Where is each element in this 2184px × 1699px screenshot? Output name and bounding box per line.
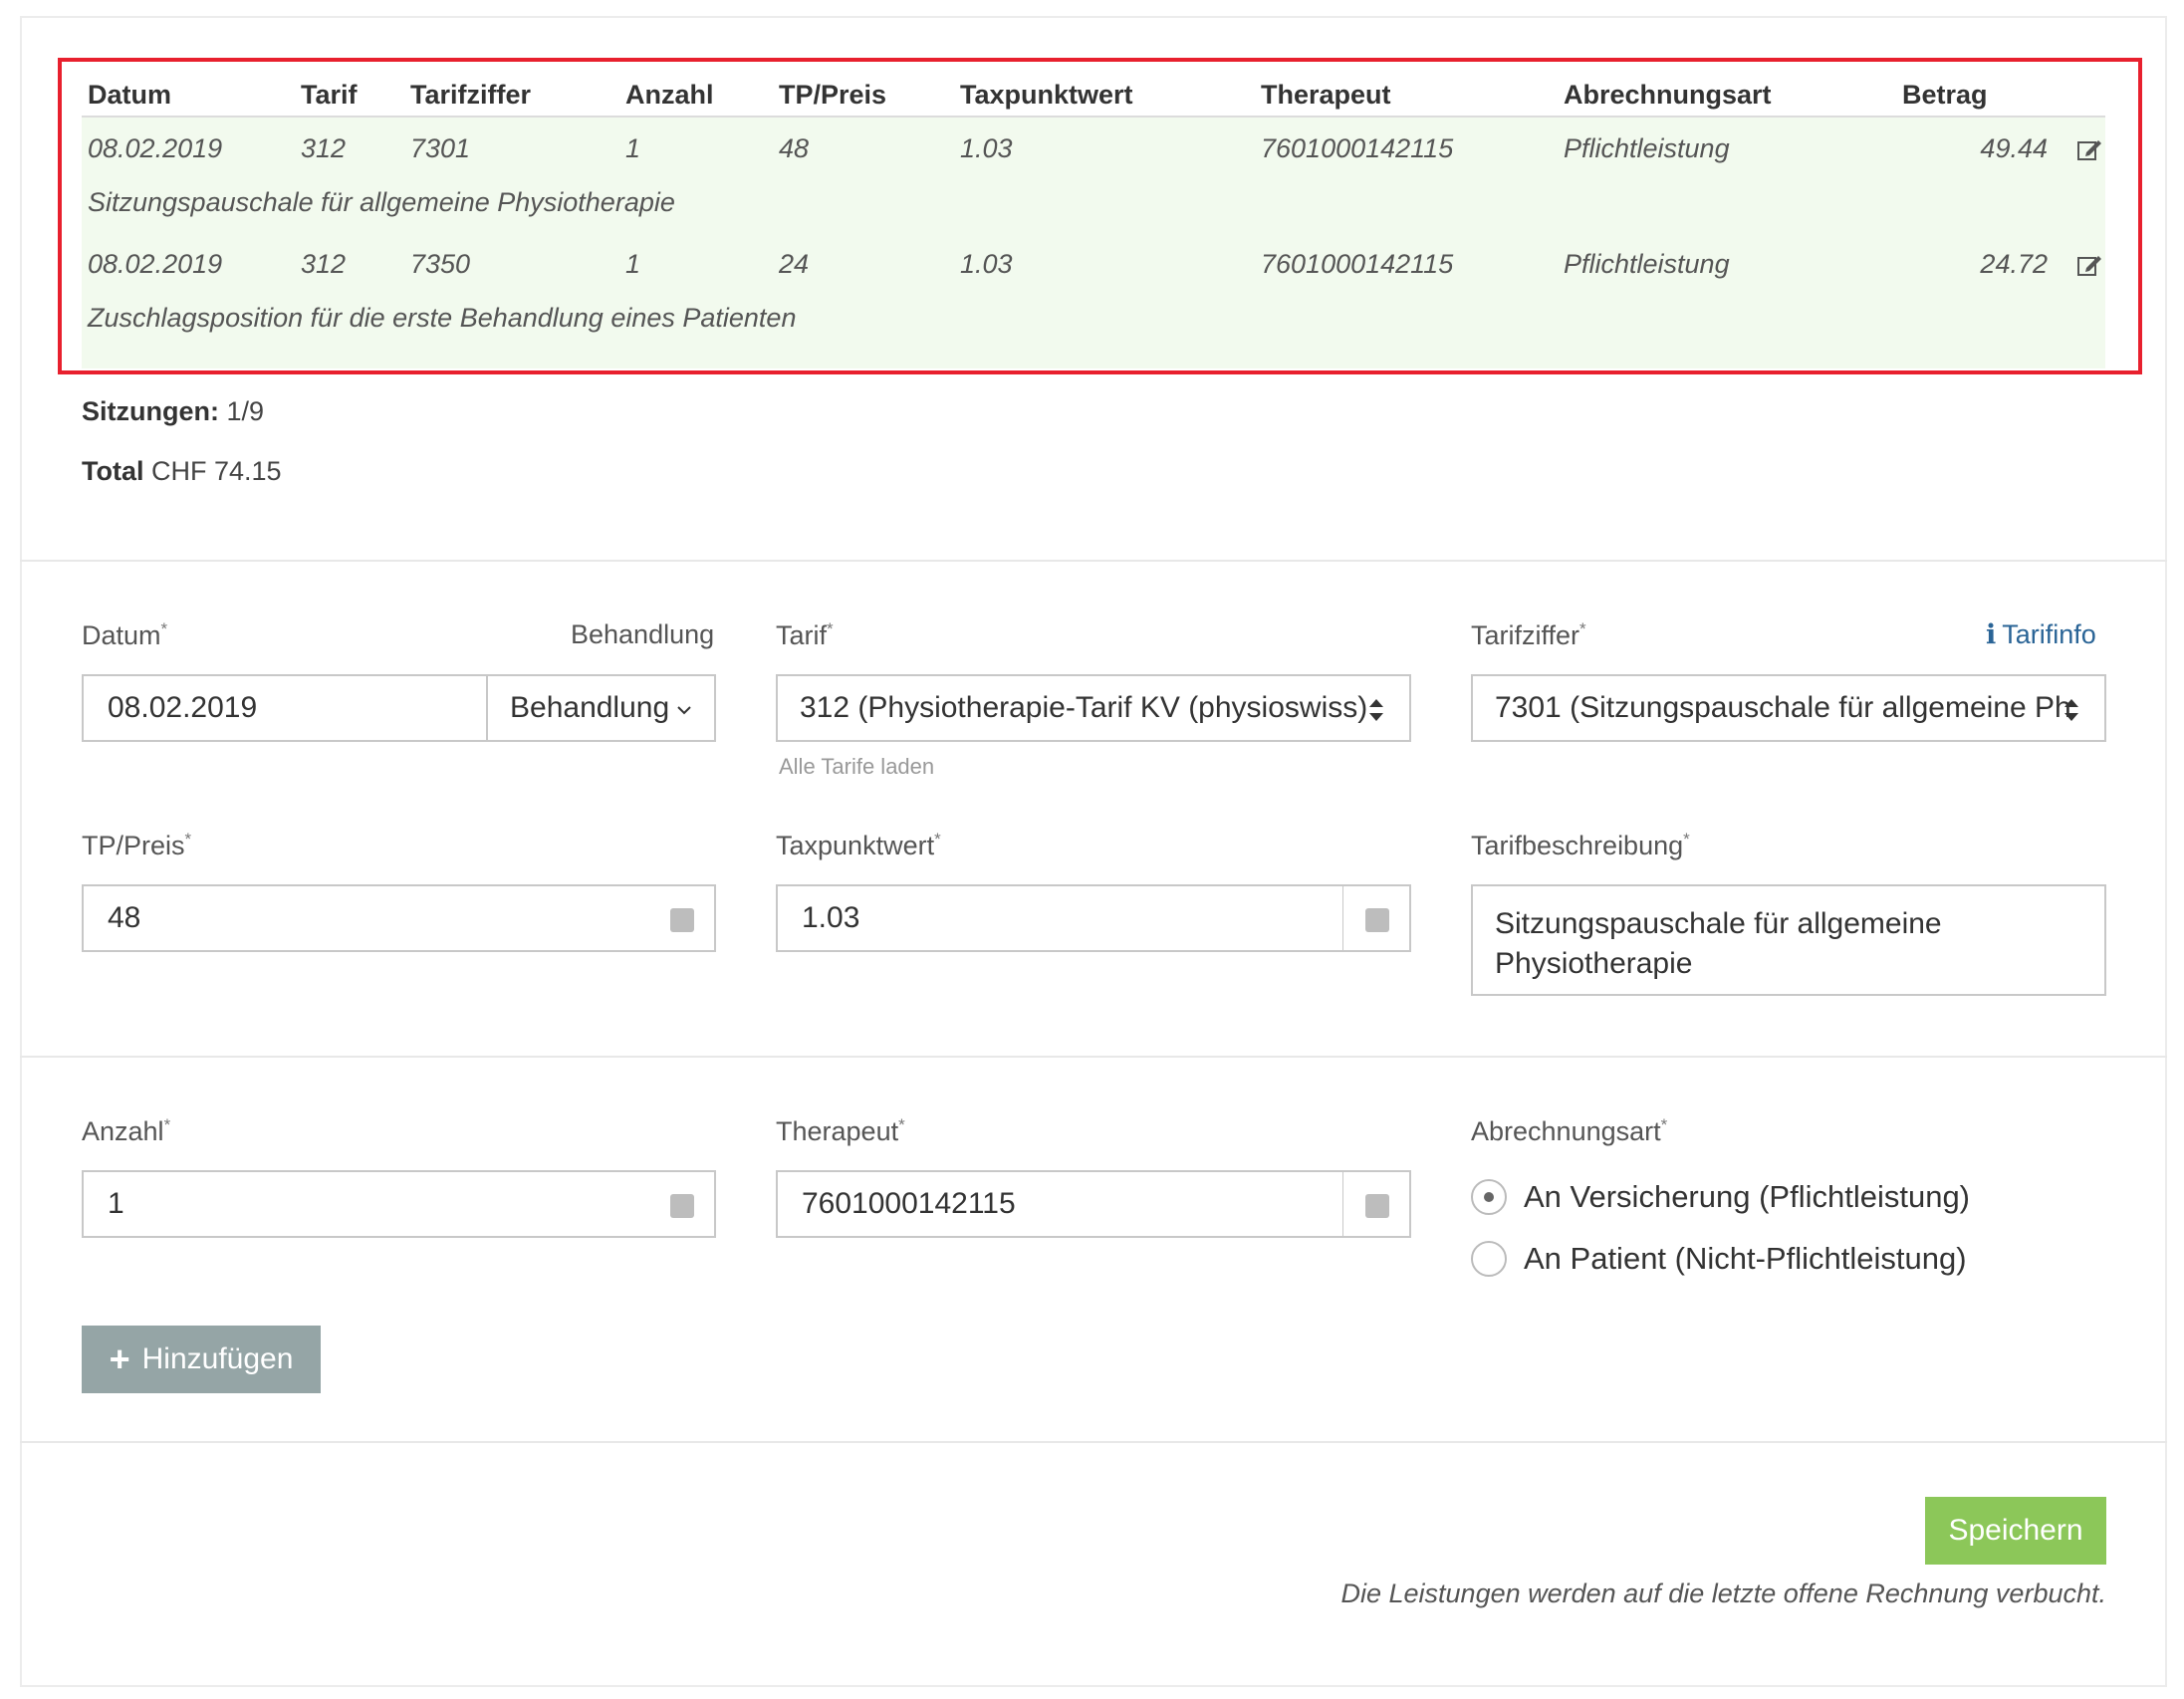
tarifbeschreibung-textarea[interactable]: Sitzungspauschale für allgemeine Physiot… <box>1471 884 2106 996</box>
taxpunktwert-addon[interactable] <box>1343 884 1411 952</box>
square-icon <box>1365 1194 1389 1218</box>
total-summary: Total CHF 74.15 <box>82 456 282 487</box>
abrechnungsart-label: Abrechnungsart* <box>1471 1115 1668 1146</box>
cell-tarif: 312 <box>301 249 347 279</box>
cell-abrechnungsart: Pflichtleistung <box>1564 249 1730 279</box>
tarifziffer-select[interactable]: 7301 (Sitzungspauschale für allgemeine P… <box>1471 674 2106 742</box>
tp-preis-addon[interactable] <box>648 884 716 952</box>
add-button[interactable]: + Hinzufügen <box>82 1326 321 1393</box>
radio-versicherung[interactable] <box>1471 1179 1507 1215</box>
total-label: Total <box>82 456 144 486</box>
sessions-summary: Sitzungen: 1/9 <box>82 396 264 427</box>
select-arrows-icon <box>2064 699 2078 721</box>
load-all-tariffs-link[interactable]: Alle Tarife laden <box>779 754 934 780</box>
anzahl-input[interactable]: 1 <box>82 1170 650 1238</box>
table-row-description: Sitzungspauschale für allgemeine Physiot… <box>82 183 2105 233</box>
cell-taxpunktwert: 1.03 <box>960 133 1013 163</box>
anzahl-label: Anzahl* <box>82 1115 171 1146</box>
add-button-label: Hinzufügen <box>141 1342 294 1375</box>
tarif-select-value: 312 (Physiotherapie-Tarif KV (physioswis… <box>800 691 1368 724</box>
square-icon <box>670 908 694 932</box>
square-icon <box>670 1194 694 1218</box>
datum-input[interactable]: 08.02.2019 <box>82 674 488 742</box>
header-tarifziffer: Tarifziffer <box>410 80 532 110</box>
cell-tarif: 312 <box>301 133 347 163</box>
cell-beschreibung: Zuschlagsposition für die erste Behandlu… <box>88 303 797 333</box>
section-divider <box>20 1441 2167 1443</box>
cell-tarifziffer: 7301 <box>410 133 471 163</box>
plus-icon: + <box>109 1338 130 1379</box>
behandlung-dropdown[interactable]: Behandlung <box>486 674 716 742</box>
cell-abrechnungsart: Pflichtleistung <box>1564 133 1730 163</box>
cell-anzahl: 1 <box>625 133 641 163</box>
radio-patient[interactable] <box>1471 1241 1507 1277</box>
section-divider <box>20 1056 2167 1058</box>
cell-therapeut: 7601000142115 <box>1261 133 1454 163</box>
header-taxpunktwert: Taxpunktwert <box>960 80 1133 110</box>
radio-patient-label[interactable]: An Patient (Nicht-Pflichtleistung) <box>1524 1241 1967 1277</box>
tarifbeschreibung-label: Tarifbeschreibung* <box>1471 830 1690 860</box>
header-betrag: Betrag <box>1902 80 1988 110</box>
table-header: Datum Tarif Tarifziffer Anzahl TP/Preis … <box>82 72 2105 118</box>
tp-preis-input[interactable]: 48 <box>82 884 650 952</box>
table-row: 08.02.2019 312 7301 1 48 1.03 7601000142… <box>82 118 2105 183</box>
header-tarif: Tarif <box>301 80 358 110</box>
behandlung-dropdown-value: Behandlung <box>510 691 670 724</box>
services-table: Datum Tarif Tarifziffer Anzahl TP/Preis … <box>82 72 2105 368</box>
cell-therapeut: 7601000142115 <box>1261 249 1454 279</box>
sessions-label: Sitzungen: <box>82 396 219 426</box>
cell-betrag: 24.72 <box>1980 249 2048 279</box>
table-row-description: Zuschlagsposition für die erste Behandlu… <box>82 299 2105 349</box>
cell-tp-preis: 24 <box>779 249 810 279</box>
radio-versicherung-label[interactable]: An Versicherung (Pflichtleistung) <box>1524 1179 1970 1215</box>
edit-icon[interactable] <box>2076 253 2102 277</box>
anzahl-addon[interactable] <box>648 1170 716 1238</box>
header-tp-preis: TP/Preis <box>779 80 887 110</box>
therapeut-input[interactable]: 7601000142115 <box>776 1170 1344 1238</box>
cell-taxpunktwert: 1.03 <box>960 249 1013 279</box>
sessions-value: 1/9 <box>226 396 265 426</box>
booking-note: Die Leistungen werden auf die letzte off… <box>1340 1578 2106 1608</box>
tarif-label: Tarif* <box>776 619 834 650</box>
save-button[interactable]: Speichern <box>1925 1497 2106 1565</box>
edit-icon[interactable] <box>2076 137 2102 161</box>
tarif-select[interactable]: 312 (Physiotherapie-Tarif KV (physioswis… <box>776 674 1411 742</box>
info-icon: i <box>1986 619 1997 650</box>
header-abrechnungsart: Abrechnungsart <box>1564 80 1772 110</box>
tp-preis-label: TP/Preis* <box>82 830 192 860</box>
cell-anzahl: 1 <box>625 249 641 279</box>
select-arrows-icon <box>1369 699 1383 721</box>
cell-datum: 08.02.2019 <box>88 133 223 163</box>
cell-beschreibung: Sitzungspauschale für allgemeine Physiot… <box>88 187 675 217</box>
cell-betrag: 49.44 <box>1980 133 2048 163</box>
taxpunktwert-input[interactable]: 1.03 <box>776 884 1344 952</box>
tarifziffer-select-value: 7301 (Sitzungspauschale für allgemeine P… <box>1495 691 2071 724</box>
table-body: 08.02.2019 312 7301 1 48 1.03 7601000142… <box>82 118 2105 368</box>
cell-tp-preis: 48 <box>779 133 810 163</box>
header-datum: Datum <box>88 80 172 110</box>
section-divider <box>20 560 2167 562</box>
therapeut-addon[interactable] <box>1343 1170 1411 1238</box>
cell-tarifziffer: 7350 <box>410 249 471 279</box>
header-anzahl: Anzahl <box>625 80 714 110</box>
header-therapeut: Therapeut <box>1261 80 1391 110</box>
chevron-down-icon <box>677 706 691 715</box>
cell-datum: 08.02.2019 <box>88 249 223 279</box>
total-value: CHF 74.15 <box>151 456 282 486</box>
tarifinfo-link[interactable]: i Tarifinfo <box>1986 619 2096 650</box>
datum-label: Datum* <box>82 619 168 650</box>
behandlung-label: Behandlung <box>571 619 715 649</box>
therapeut-label: Therapeut* <box>776 1115 905 1146</box>
tarifziffer-label: Tarifziffer* <box>1471 619 1586 650</box>
taxpunktwert-label: Taxpunktwert* <box>776 830 941 860</box>
square-icon <box>1365 908 1389 932</box>
table-row: 08.02.2019 312 7350 1 24 1.03 7601000142… <box>82 233 2105 299</box>
